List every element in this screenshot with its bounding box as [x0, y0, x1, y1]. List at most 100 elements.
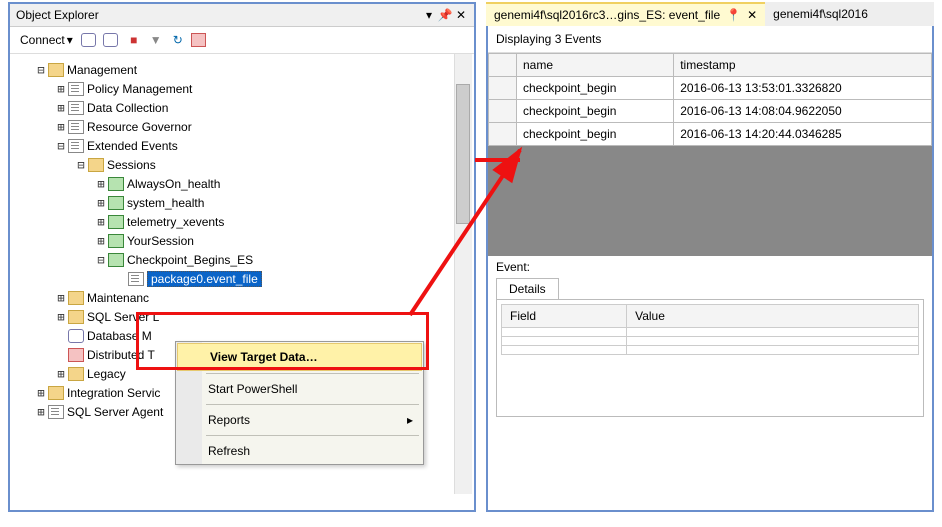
right-panel: genemi4f\sql2016rc3…gins_ES: event_file … [486, 2, 934, 512]
tree-node-yoursession[interactable]: ⊞YourSession [12, 231, 472, 250]
close-icon[interactable]: ✕ [454, 8, 468, 22]
pin-icon[interactable]: 📍 [726, 8, 741, 22]
displaying-label: Displaying 3 Events [488, 26, 932, 53]
tree-node-xevents[interactable]: ⊟Extended Events [12, 136, 472, 155]
tree-node-alwayson[interactable]: ⊞AlwaysOn_health [12, 174, 472, 193]
toolbar: Connect ▾ ■ ▼ ↻ [10, 27, 474, 54]
tree-scrollbar[interactable] [454, 54, 472, 494]
collapse-icon[interactable]: ⊟ [74, 158, 88, 172]
disconnect-db-icon[interactable] [103, 31, 121, 49]
session-icon [108, 196, 124, 210]
target-icon [128, 272, 144, 286]
connect-button[interactable]: Connect ▾ [16, 31, 77, 49]
details-tab[interactable]: Details [496, 278, 559, 299]
ctx-separator [206, 373, 419, 374]
session-icon [108, 253, 124, 267]
expand-icon[interactable]: ⊞ [54, 120, 68, 134]
ctx-refresh[interactable]: Refresh [176, 438, 423, 464]
session-icon [108, 215, 124, 229]
panel-title: Object Explorer [16, 8, 99, 22]
dropdown-icon[interactable]: ▾ [422, 8, 436, 22]
pin-icon[interactable]: 📌 [438, 8, 452, 22]
expand-icon[interactable]: ⊞ [54, 291, 68, 305]
col-header-value[interactable]: Value [627, 305, 919, 328]
row-selector[interactable] [489, 123, 517, 146]
ctx-separator [206, 435, 419, 436]
row-selector[interactable] [489, 100, 517, 123]
tree-node-resgov[interactable]: ⊞Resource Governor [12, 117, 472, 136]
scrollbar-thumb[interactable] [456, 84, 470, 224]
tab-secondary[interactable]: genemi4f\sql2016 [765, 3, 876, 25]
expand-icon[interactable]: ⊞ [54, 310, 68, 324]
resgov-icon [68, 120, 84, 134]
filter-icon[interactable]: ▼ [147, 31, 165, 49]
col-header-timestamp[interactable]: timestamp [674, 54, 932, 77]
collapse-icon[interactable]: ⊟ [54, 139, 68, 153]
expand-icon[interactable]: ⊞ [54, 101, 68, 115]
expand-icon[interactable]: ⊞ [54, 82, 68, 96]
expand-icon[interactable]: ⊞ [94, 234, 108, 248]
datacollection-icon [68, 101, 84, 115]
tree-node-sessions[interactable]: ⊟Sessions [12, 155, 472, 174]
folder-icon [48, 63, 64, 77]
panel-title-bar: Object Explorer ▾ 📌 ✕ [10, 4, 474, 27]
tab-label: genemi4f\sql2016 [773, 7, 868, 21]
table-row[interactable]: checkpoint_begin2016-06-13 14:20:44.0346… [489, 123, 932, 146]
row-selector-header[interactable] [489, 54, 517, 77]
tab-label: genemi4f\sql2016rc3…gins_ES: event_file [494, 8, 720, 22]
ctx-start-powershell[interactable]: Start PowerShell [176, 376, 423, 402]
details-table[interactable]: Field Value [501, 304, 919, 355]
tree-node-policy[interactable]: ⊞Policy Management [12, 79, 472, 98]
selected-node-label: package0.event_file [147, 271, 262, 287]
expand-icon[interactable]: ⊞ [94, 196, 108, 210]
expand-icon[interactable]: ⊞ [34, 386, 48, 400]
event-label: Event: [496, 260, 924, 274]
details-panel: Field Value [496, 299, 924, 417]
expand-icon[interactable]: ⊞ [34, 405, 48, 419]
context-menu: View Target Data… Start PowerShell Repor… [175, 341, 424, 465]
empty-grid-area [488, 146, 932, 256]
tab-event-file[interactable]: genemi4f\sql2016rc3…gins_ES: event_file … [486, 2, 765, 26]
expand-icon[interactable]: ⊞ [54, 367, 68, 381]
collapse-icon[interactable]: ⊟ [34, 63, 48, 77]
tree-node-maintenance[interactable]: ⊞Maintenanc [12, 288, 472, 307]
expand-icon[interactable]: ⊞ [94, 177, 108, 191]
table-row[interactable]: checkpoint_begin2016-06-13 14:08:04.9622… [489, 100, 932, 123]
session-icon [108, 177, 124, 191]
tree-node-sqlserverlogs[interactable]: ⊞SQL Server L [12, 307, 472, 326]
tree-node-management[interactable]: ⊟Management [12, 60, 472, 79]
table-row[interactable] [502, 337, 919, 346]
dbmail-icon [68, 329, 84, 343]
table-row[interactable] [502, 328, 919, 337]
table-row[interactable] [502, 346, 919, 355]
session-icon [108, 234, 124, 248]
tree-node-syshealth[interactable]: ⊞system_health [12, 193, 472, 212]
col-header-name[interactable]: name [517, 54, 674, 77]
row-selector[interactable] [489, 77, 517, 100]
tree-node-checkpoint[interactable]: ⊟Checkpoint_Begins_ES [12, 250, 472, 269]
stop-icon[interactable]: ■ [125, 31, 143, 49]
tree-node-datacollection[interactable]: ⊞Data Collection [12, 98, 472, 117]
tree-node-telemetry[interactable]: ⊞telemetry_xevents [12, 212, 472, 231]
close-icon[interactable]: ✕ [747, 8, 757, 22]
expand-icon[interactable]: ⊞ [94, 215, 108, 229]
chevron-down-icon: ▾ [67, 33, 73, 47]
ctx-reports[interactable]: Reports▸ [176, 407, 423, 433]
connect-label: Connect [20, 33, 65, 47]
dtc-icon [68, 348, 84, 362]
refresh-icon[interactable]: ↻ [169, 31, 187, 49]
tree-node-package0[interactable]: ·package0.event_file [12, 269, 472, 288]
col-header-field[interactable]: Field [502, 305, 627, 328]
folder-icon [88, 158, 104, 172]
ctx-separator [206, 404, 419, 405]
collapse-icon[interactable]: ⊟ [94, 253, 108, 267]
folder-icon [48, 386, 64, 400]
table-row[interactable]: checkpoint_begin2016-06-13 13:53:01.3326… [489, 77, 932, 100]
events-table[interactable]: name timestamp checkpoint_begin2016-06-1… [488, 53, 932, 146]
connect-db-icon[interactable] [81, 31, 99, 49]
ctx-view-target-data[interactable]: View Target Data… [177, 343, 422, 371]
policy-icon [68, 82, 84, 96]
delete-icon[interactable] [191, 31, 209, 49]
xevents-icon [68, 139, 84, 153]
folder-icon [68, 367, 84, 381]
